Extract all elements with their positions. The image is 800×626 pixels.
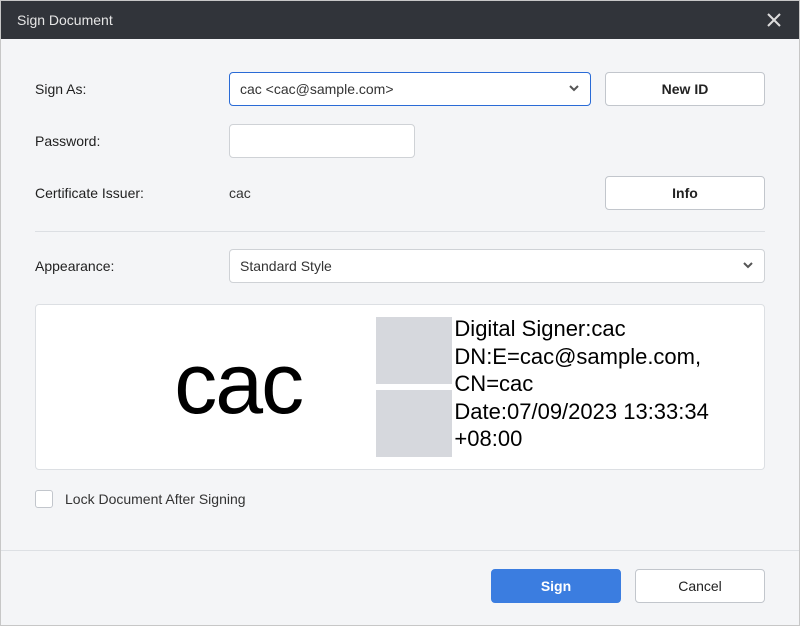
preview-left: cac <box>36 305 440 469</box>
sign-button[interactable]: Sign <box>491 569 621 603</box>
preview-line-tz: +08:00 <box>454 425 754 453</box>
preview-line-cn: CN=cac <box>454 370 754 398</box>
row-sign-as: Sign As: cac <cac@sample.com> New ID <box>35 63 765 115</box>
dialog-content: Sign As: cac <cac@sample.com> New ID Pas… <box>1 39 799 550</box>
appearance-value: Standard Style <box>240 258 742 274</box>
titlebar: Sign Document <box>1 1 799 39</box>
close-icon[interactable] <box>763 9 785 31</box>
preview-details: Digital Signer:cac DN:E=cac@sample.com, … <box>440 305 764 469</box>
dialog-footer: Sign Cancel <box>1 550 799 625</box>
cancel-button[interactable]: Cancel <box>635 569 765 603</box>
issuer-value: cac <box>229 185 251 201</box>
label-password: Password: <box>35 133 229 149</box>
chevron-down-icon <box>742 258 754 274</box>
label-lock: Lock Document After Signing <box>65 491 246 507</box>
row-appearance: Appearance: Standard Style <box>35 240 765 292</box>
appearance-select[interactable]: Standard Style <box>229 249 765 283</box>
label-appearance: Appearance: <box>35 258 229 274</box>
row-password: Password: <box>35 115 765 167</box>
label-sign-as: Sign As: <box>35 81 229 97</box>
sign-as-value: cac <cac@sample.com> <box>240 81 568 97</box>
preview-line-dn: DN:E=cac@sample.com, <box>454 343 754 371</box>
signature-preview: cac Digital Signer:cac DN:E=cac@sample.c… <box>35 304 765 470</box>
stamp-icon <box>376 317 452 457</box>
password-input[interactable] <box>229 124 415 158</box>
preview-line-date: Date:07/09/2023 13:33:34 <box>454 398 754 426</box>
preview-line-signer: Digital Signer:cac <box>454 315 754 343</box>
sign-as-select[interactable]: cac <cac@sample.com> <box>229 72 591 106</box>
label-issuer: Certificate Issuer: <box>35 185 229 201</box>
row-lock: Lock Document After Signing <box>35 490 765 508</box>
chevron-down-icon <box>568 81 580 97</box>
sign-document-dialog: Sign Document Sign As: cac <cac@sample.c… <box>0 0 800 626</box>
lock-checkbox[interactable] <box>35 490 53 508</box>
dialog-title: Sign Document <box>17 12 763 28</box>
row-issuer: Certificate Issuer: cac Info <box>35 167 765 219</box>
new-id-button[interactable]: New ID <box>605 72 765 106</box>
info-button[interactable]: Info <box>605 176 765 210</box>
preview-big-name: cac <box>174 341 302 427</box>
divider <box>35 231 765 232</box>
